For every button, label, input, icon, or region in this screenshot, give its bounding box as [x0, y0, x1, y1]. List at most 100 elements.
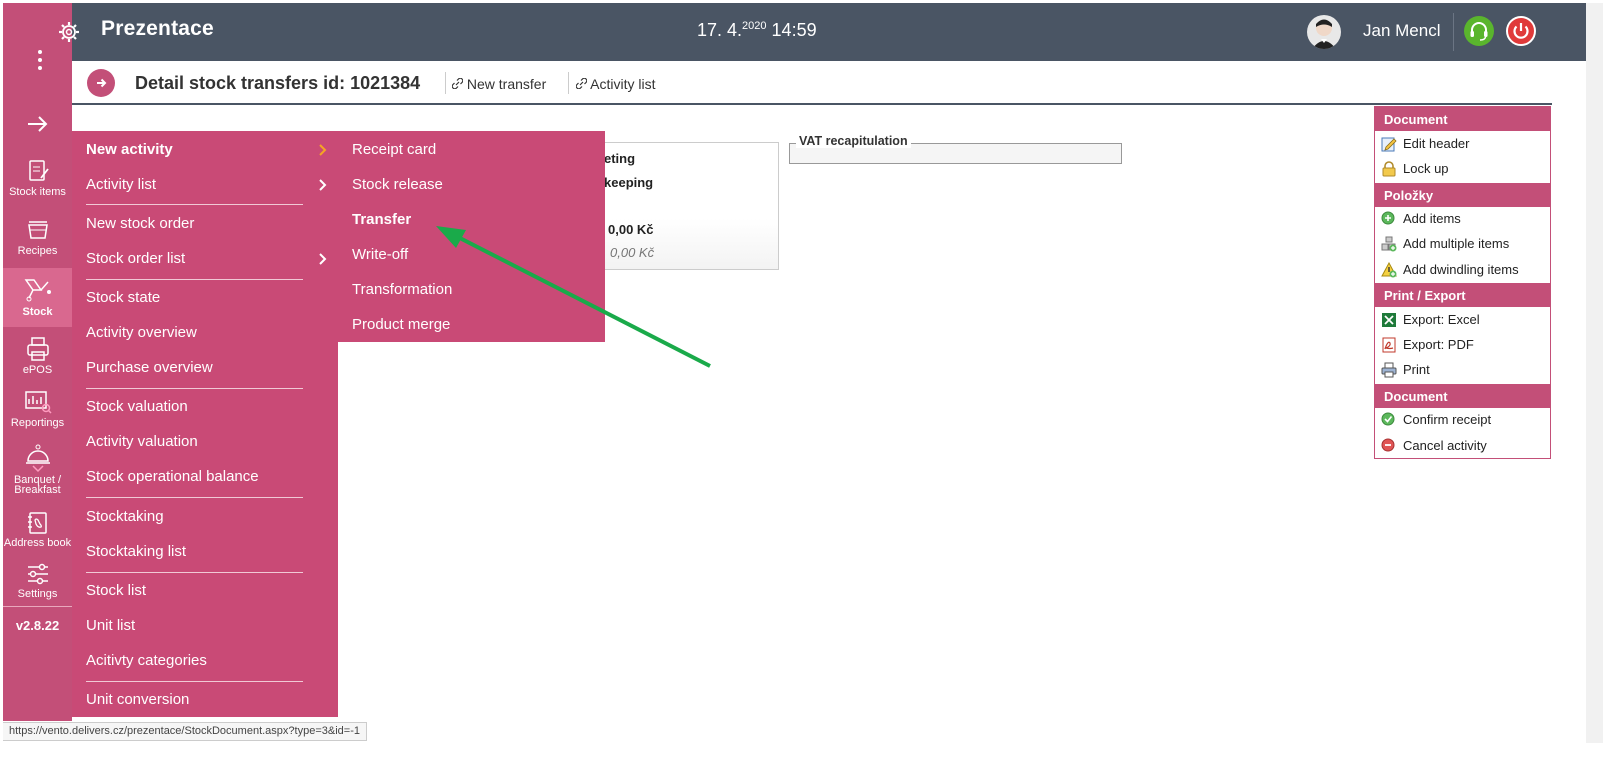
new-transfer-link[interactable]: New transfer: [451, 76, 547, 92]
menu-item-activity-valuation[interactable]: Activity valuation: [86, 433, 198, 450]
export-excel-label: Export: Excel: [1403, 312, 1480, 327]
sidebar-item-stock[interactable]: Stock: [3, 268, 72, 327]
menu-item-stock-order-list[interactable]: Stock order list: [86, 250, 185, 267]
section-document-2: Document: [1375, 384, 1550, 408]
sidebar-item-banquet[interactable]: Banquet / Breakfast: [3, 443, 72, 496]
activity-list-label: Activity list: [590, 76, 656, 92]
expand-arrow-icon[interactable]: [25, 113, 51, 135]
card-amount: 0,00 Kč: [608, 222, 654, 237]
user-avatar[interactable]: [1307, 15, 1341, 49]
menu-item-unit-list[interactable]: Unit list: [86, 617, 135, 634]
new-transfer-label: New transfer: [466, 76, 547, 92]
crumb-divider: [568, 72, 569, 94]
vertical-scrollbar[interactable]: [1586, 3, 1603, 743]
check-circle-icon: [1381, 412, 1395, 426]
top-header: Prezentace 17. 4.2020 14:59 Jan Mencl: [72, 3, 1586, 61]
confirm-receipt-label: Confirm receipt: [1403, 412, 1492, 427]
minus-circle-icon: [1381, 438, 1395, 452]
submenu-item-stock-release[interactable]: Stock release: [352, 176, 443, 193]
menu-divider: [86, 681, 303, 682]
support-headset-icon[interactable]: [1464, 16, 1494, 46]
header-divider: [1453, 13, 1454, 51]
sidebar-label: Address book: [3, 537, 72, 549]
menu-item-activity-overview[interactable]: Activity overview: [86, 324, 197, 341]
sidebar-label: Settings: [17, 588, 58, 600]
gear-icon[interactable]: [51, 17, 85, 47]
stock-icon: [24, 279, 51, 302]
stock-items-icon: [28, 160, 49, 181]
vat-recapitulation-legend: VAT recapitulation: [796, 134, 911, 148]
sidebar-item-epos[interactable]: ePOS: [3, 336, 72, 376]
more-dots-icon[interactable]: [34, 47, 46, 75]
submenu-item-transfer[interactable]: Transfer: [352, 211, 411, 228]
menu-item-new-stock-order[interactable]: New stock order: [86, 215, 194, 232]
action-panel: Document Edit header Lock up Položky Add…: [1374, 106, 1551, 459]
link-icon: [575, 77, 588, 90]
cancel-activity-label: Cancel activity: [1403, 438, 1487, 453]
warning-icon: [1381, 262, 1397, 278]
link-icon: [451, 77, 464, 90]
lock-icon: [1382, 161, 1396, 177]
user-name[interactable]: Jan Mencl: [1363, 21, 1440, 41]
menu-item-stock-valuation[interactable]: Stock valuation: [86, 398, 188, 415]
excel-icon: [1382, 313, 1396, 327]
power-icon[interactable]: [1506, 16, 1536, 46]
epos-icon: [26, 337, 49, 361]
sidebar-item-recipes[interactable]: Recipes: [3, 217, 72, 257]
add-items-label: Add items: [1403, 211, 1461, 226]
lock-up-label: Lock up: [1403, 161, 1449, 176]
menu-item-purchase-overview[interactable]: Purchase overview: [86, 359, 213, 376]
chevron-right-icon: [319, 179, 327, 191]
sidebar-divider: [3, 606, 72, 607]
menu-divider: [86, 388, 303, 389]
menu-divider: [86, 279, 303, 280]
back-arrow-icon[interactable]: [87, 69, 115, 97]
print-label: Print: [1403, 362, 1430, 377]
chevron-right-icon: [319, 144, 327, 156]
submenu-item-write-off[interactable]: Write-off: [352, 246, 408, 263]
menu-item-stocktaking[interactable]: Stocktaking: [86, 508, 164, 525]
menu-divider: [86, 204, 303, 205]
app-title: Prezentace: [101, 17, 214, 40]
section-print-export: Print / Export: [1375, 283, 1550, 307]
add-dwindling-items-label: Add dwindling items: [1403, 262, 1519, 277]
sidebar-item-settings[interactable]: Settings: [3, 562, 72, 600]
year-text: 2020: [742, 20, 767, 32]
submenu-item-product-merge[interactable]: Product merge: [352, 316, 450, 333]
menu-item-unit-conversion[interactable]: Unit conversion: [86, 691, 189, 708]
printer-icon: [1381, 362, 1397, 378]
submenu-item-receipt-card[interactable]: Receipt card: [352, 141, 436, 158]
activity-list-link[interactable]: Activity list: [575, 76, 656, 92]
submenu-item-transformation[interactable]: Transformation: [352, 281, 452, 298]
version-label: v2.8.22: [15, 618, 60, 633]
recipes-icon: [27, 221, 48, 239]
menu-item-stocktaking-list[interactable]: Stocktaking list: [86, 543, 186, 560]
sidebar-label: Reportings: [10, 417, 65, 429]
add-multiple-icon: [1381, 236, 1397, 252]
menu-item-stock-state[interactable]: Stock state: [86, 289, 160, 306]
app-root: Prezentace 17. 4.2020 14:59 Jan Mencl St…: [0, 0, 1603, 759]
banquet-icon: [25, 444, 50, 473]
sidebar-item-stock-items[interactable]: Stock items: [3, 158, 72, 198]
status-url-bar: https://vento.delivers.cz/prezentace/Sto…: [3, 722, 367, 741]
menu-item-activity-categories[interactable]: Acitivty categories: [86, 652, 207, 669]
menu-item-new-activity[interactable]: New activity: [86, 141, 173, 158]
date-time: 17. 4.2020 14:59: [697, 20, 817, 41]
crumb-divider: [445, 72, 446, 94]
new-activity-submenu: Receipt card Stock release Transfer Writ…: [338, 131, 605, 342]
left-sidebar: Stock items Recipes Stock ePOS Reporting…: [3, 3, 72, 721]
sidebar-item-address-book[interactable]: Address book: [3, 511, 72, 549]
add-multiple-items-label: Add multiple items: [1403, 236, 1510, 251]
sidebar-label: Stock items: [9, 186, 66, 198]
sidebar-label: Recipes: [17, 245, 58, 257]
breadcrumb: Detail stock transfers id: 1021384 New t…: [72, 62, 1552, 105]
add-circle-icon: [1381, 211, 1395, 225]
menu-item-activity-list[interactable]: Activity list: [86, 176, 156, 193]
menu-item-stock-operational-balance[interactable]: Stock operational balance: [86, 468, 259, 485]
section-polozky: Položky: [1375, 183, 1550, 207]
sidebar-item-reportings[interactable]: Reportings: [3, 389, 72, 429]
menu-item-stock-list[interactable]: Stock list: [86, 582, 146, 599]
stock-menu: New activity Activity list New stock ord…: [72, 131, 338, 717]
date-text: 17. 4.: [697, 20, 743, 40]
sidebar-label: Stock: [22, 306, 53, 318]
